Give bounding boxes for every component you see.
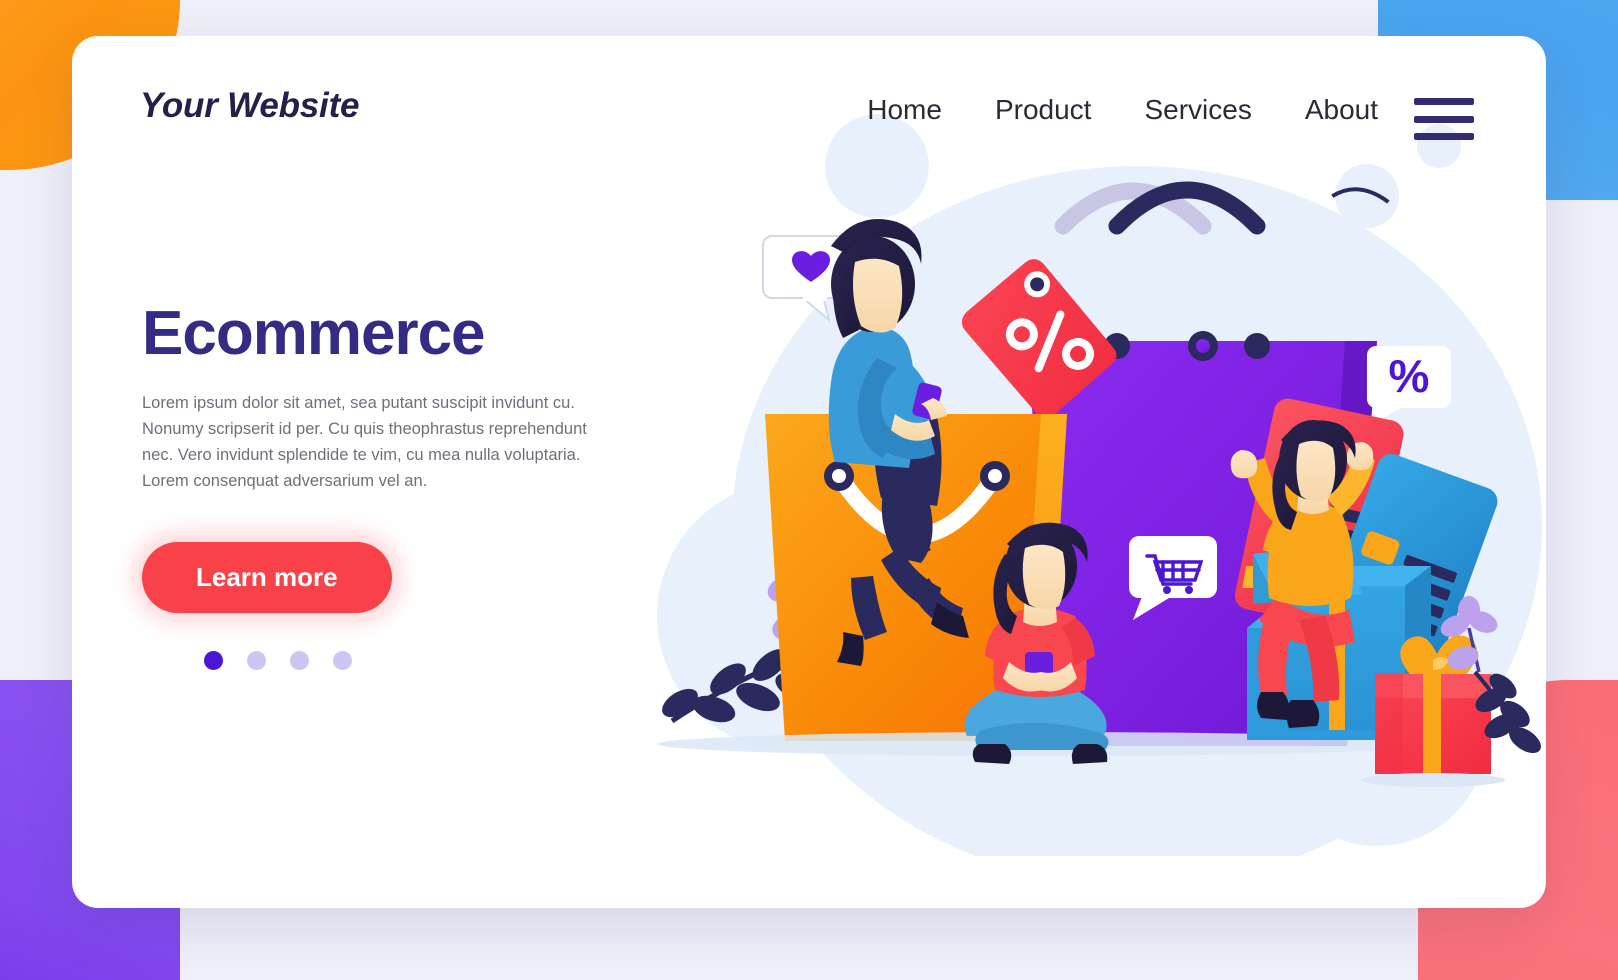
site-header: Your Website Home Product Services About (72, 36, 1546, 161)
nav-item-services[interactable]: Services (1144, 94, 1251, 126)
nav-item-home[interactable]: Home (867, 94, 942, 126)
carousel-dot-3[interactable] (290, 651, 309, 671)
carousel-dots (204, 651, 672, 671)
hero-description: Lorem ipsum dolor sit amet, sea putant s… (142, 394, 587, 491)
hero-copy: Ecommerce Lorem ipsum dolor sit amet, se… (142, 299, 672, 671)
nav-item-product[interactable]: Product (995, 94, 1092, 126)
hamburger-icon[interactable] (1414, 98, 1474, 140)
ecommerce-shopping-illustration: % (577, 96, 1546, 856)
landing-page-card: Your Website Home Product Services About (72, 36, 1546, 908)
page-title: Ecommerce (142, 299, 486, 368)
hamburger-bar (1414, 98, 1474, 105)
main-navigation: Home Product Services About (867, 94, 1378, 126)
carousel-dot-2[interactable] (247, 651, 266, 671)
learn-more-button[interactable]: Learn more (142, 542, 392, 614)
carousel-dot-4[interactable] (333, 651, 352, 671)
site-logo[interactable]: Your Website (140, 86, 360, 126)
page-root: Your Website Home Product Services About (0, 0, 1618, 980)
svg-text:%: % (1389, 350, 1430, 402)
nav-item-about[interactable]: About (1305, 94, 1378, 126)
carousel-dot-1[interactable] (204, 651, 223, 671)
hamburger-bar (1414, 115, 1474, 123)
hamburger-bar (1414, 133, 1474, 140)
